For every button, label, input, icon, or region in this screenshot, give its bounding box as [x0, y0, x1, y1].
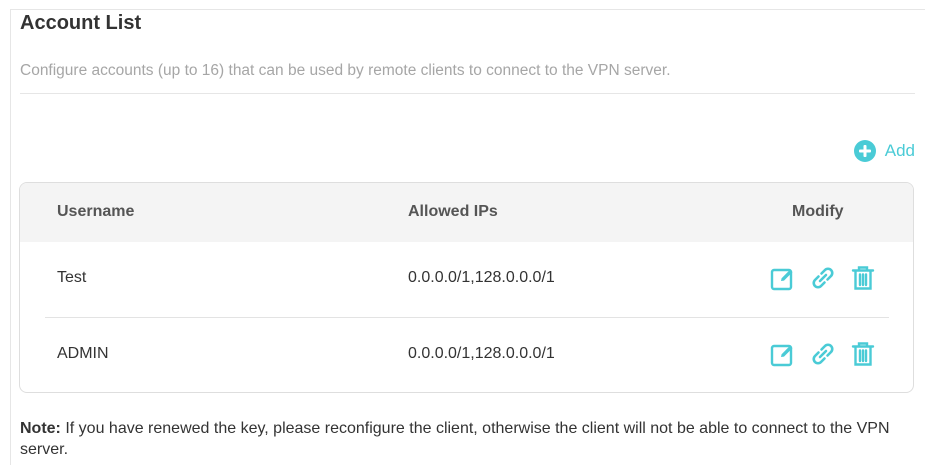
edit-icon[interactable] — [769, 340, 797, 368]
note-text: Note: If you have renewed the key, pleas… — [20, 418, 910, 460]
allowed-ips-cell: 0.0.0.0/1,128.0.0.0/1 — [408, 345, 555, 362]
table-header: Username Allowed IPs Modify — [20, 183, 913, 242]
trash-icon[interactable] — [849, 264, 877, 292]
edit-icon[interactable] — [769, 264, 797, 292]
allowed-ips-cell: 0.0.0.0/1,128.0.0.0/1 — [408, 269, 555, 286]
divider — [20, 93, 915, 94]
link-icon[interactable] — [809, 264, 837, 292]
note-label: Note: — [20, 420, 61, 437]
section-description: Configure accounts (up to 16) that can b… — [20, 62, 671, 79]
section-title: Account List — [20, 12, 142, 34]
table-row: ADMIN 0.0.0.0/1,128.0.0.0/1 — [20, 318, 913, 392]
table-row: Test 0.0.0.0/1,128.0.0.0/1 — [20, 242, 913, 318]
column-header-username: Username — [57, 203, 135, 220]
row-actions — [769, 340, 877, 368]
add-button-label: Add — [884, 141, 915, 160]
row-actions — [769, 264, 877, 292]
username-cell: ADMIN — [57, 345, 109, 362]
panel-border-left — [10, 9, 11, 465]
panel-border-top — [10, 9, 925, 10]
note-body: If you have renewed the key, please reco… — [20, 420, 890, 458]
plus-circle-icon — [853, 140, 876, 162]
username-cell: Test — [57, 269, 87, 286]
column-header-modify: Modify — [792, 203, 844, 220]
link-icon[interactable] — [809, 340, 837, 368]
account-table: Username Allowed IPs Modify Test 0.0.0.0… — [19, 182, 914, 393]
trash-icon[interactable] — [849, 340, 877, 368]
add-account-button[interactable]: Add — [853, 138, 915, 164]
column-header-allowed-ips: Allowed IPs — [408, 203, 498, 220]
